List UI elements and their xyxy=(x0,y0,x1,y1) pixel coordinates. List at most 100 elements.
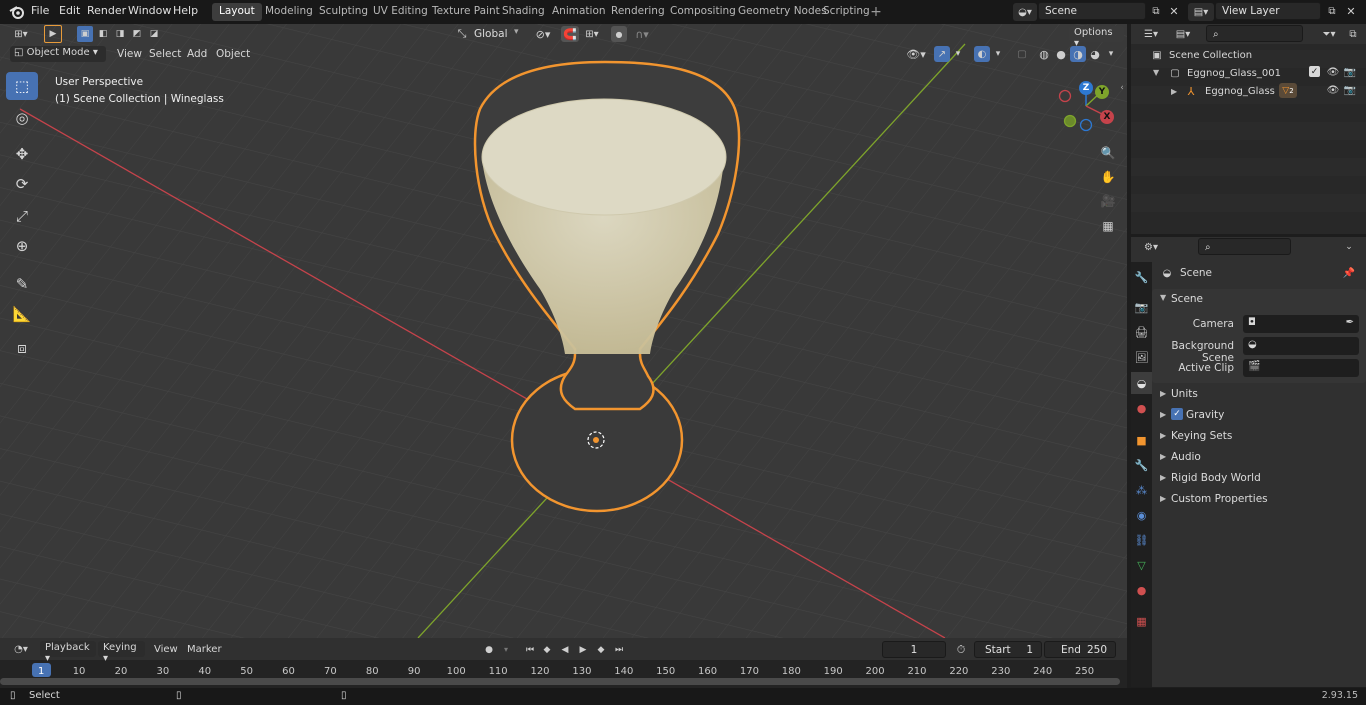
transform-orientation-dropdown[interactable]: Global xyxy=(474,28,508,40)
snap-element-icon[interactable]: ⊞▾ xyxy=(580,26,604,42)
outliner-editor-type-icon[interactable]: ☰▾ xyxy=(1138,26,1164,42)
pan-hand-icon[interactable]: ✋ xyxy=(1097,167,1119,187)
visibility-filter-icon[interactable]: 👁▾ xyxy=(903,46,929,62)
outliner-search-input[interactable]: ⌕ xyxy=(1206,25,1303,42)
play-icon[interactable]: ▶ xyxy=(575,642,591,657)
scene-tab-icon[interactable]: ◒ xyxy=(1131,372,1152,394)
overlays-toggle-icon[interactable]: ◐ xyxy=(974,46,990,62)
auto-key-options-icon[interactable]: ▾ xyxy=(499,642,513,657)
expand-arrow-icon[interactable]: ▼ xyxy=(1153,68,1159,77)
delete-scene-icon[interactable]: ✕ xyxy=(1166,3,1182,19)
keying-menu[interactable]: Keying ▾ xyxy=(98,641,145,664)
gizmo-z-axis[interactable]: Z xyxy=(1079,81,1093,95)
options-dropdown[interactable]: Options ▾ xyxy=(1069,26,1124,49)
next-keyframe-icon[interactable]: ◆ xyxy=(593,642,609,657)
snap-toggle-icon[interactable]: 🧲 xyxy=(561,26,579,42)
properties-search-input[interactable]: ⌕ xyxy=(1198,238,1291,255)
rendered-shading-icon[interactable]: ◕ xyxy=(1087,46,1103,62)
select-mode-subtract-icon[interactable]: ◨ xyxy=(112,26,128,42)
eye-icon[interactable]: 👁 xyxy=(1326,84,1340,96)
custom-properties-panel-header[interactable]: Custom Properties xyxy=(1171,493,1268,505)
tool-tab-icon[interactable]: 🔧 xyxy=(1131,266,1152,288)
viewport-menu-select[interactable]: Select xyxy=(149,48,181,60)
current-frame-field[interactable]: 1 xyxy=(882,641,946,658)
solid-shading-icon[interactable]: ● xyxy=(1053,46,1069,62)
expand-arrow-icon[interactable]: ▶ xyxy=(1160,452,1166,461)
camera-render-icon[interactable]: 📷 xyxy=(1343,84,1357,96)
menu-edit[interactable]: Edit xyxy=(59,4,80,17)
select-box-tool-icon[interactable]: ⬚ xyxy=(6,72,38,100)
expand-arrow-icon[interactable]: ▶ xyxy=(1160,473,1166,482)
add-workspace-icon[interactable]: + xyxy=(869,4,883,20)
mode-dropdown[interactable]: ◱ Object Mode ▾ xyxy=(10,46,106,62)
shading-options-icon[interactable]: ▾ xyxy=(1105,46,1117,62)
new-collection-icon[interactable]: ⧉ xyxy=(1345,26,1361,42)
camera-field[interactable]: ◘ ✒ xyxy=(1243,315,1359,333)
view-layer-tab-icon[interactable]: 🖼 xyxy=(1131,346,1152,368)
zoom-icon[interactable]: 🔍 xyxy=(1097,143,1119,163)
collapse-arrow-icon[interactable]: ▶ xyxy=(1171,87,1177,96)
tab-animation[interactable]: Animation xyxy=(545,3,613,21)
xray-toggle-icon[interactable]: ▢ xyxy=(1014,46,1030,62)
rigid-body-world-panel-header[interactable]: Rigid Body World xyxy=(1171,472,1261,484)
proportional-editing-icon[interactable]: ● xyxy=(611,26,627,42)
measure-tool-icon[interactable]: 📐 xyxy=(6,300,38,328)
eye-icon[interactable]: 👁 xyxy=(1326,66,1340,78)
timeline-scrollbar[interactable] xyxy=(0,678,1120,685)
gizmo-x-axis[interactable]: X xyxy=(1100,110,1114,124)
object-tab-icon[interactable]: ■ xyxy=(1131,429,1152,451)
start-frame-field[interactable]: Start 1 xyxy=(974,641,1042,658)
outliner-item-eggnog-glass-001[interactable]: Eggnog_Glass_001 xyxy=(1187,68,1281,79)
material-preview-icon[interactable]: ◑ xyxy=(1070,46,1086,62)
audio-panel-header[interactable]: Audio xyxy=(1171,451,1201,463)
camera-view-icon[interactable]: 🎥 xyxy=(1097,191,1119,211)
menu-file[interactable]: File xyxy=(31,4,49,17)
expand-arrow-icon[interactable]: ▶ xyxy=(1160,431,1166,440)
scene-selector-icon[interactable]: ◒▾ xyxy=(1013,3,1037,21)
viewport-menu-view[interactable]: View xyxy=(117,48,142,60)
view-layer-field[interactable]: View Layer xyxy=(1215,2,1321,20)
expand-arrow-icon[interactable]: ▶ xyxy=(1160,494,1166,503)
particles-tab-icon[interactable]: ⁂ xyxy=(1131,479,1152,501)
constraints-tab-icon[interactable]: ⛓ xyxy=(1131,529,1152,551)
jump-end-icon[interactable]: ⏭ xyxy=(611,642,627,657)
keying-sets-panel-header[interactable]: Keying Sets xyxy=(1171,430,1232,442)
background-scene-field[interactable]: ◒ xyxy=(1243,337,1359,355)
gravity-checkbox[interactable]: ✓ xyxy=(1171,408,1183,420)
timeline-menu-marker[interactable]: Marker xyxy=(187,644,222,655)
pivot-point-icon[interactable]: ⊘▾ xyxy=(530,26,556,42)
navigation-gizmo[interactable]: Z Y X xyxy=(1056,80,1116,132)
select-mode-new-icon[interactable]: ▣ xyxy=(77,26,93,42)
menu-render[interactable]: Render xyxy=(87,4,126,17)
select-mode-extend-icon[interactable]: ◧ xyxy=(95,26,111,42)
select-mode-intersect-icon[interactable]: ◪ xyxy=(146,26,162,42)
wireframe-shading-icon[interactable]: ◍ xyxy=(1036,46,1052,62)
prev-keyframe-icon[interactable]: ◆ xyxy=(539,642,555,657)
outliner-filter-icon[interactable]: ⏷▾ xyxy=(1316,26,1342,42)
data-tab-icon[interactable]: ▽ xyxy=(1131,554,1152,576)
jump-start-icon[interactable]: ⏮ xyxy=(522,642,538,657)
cursor-tool-icon[interactable]: ◎ xyxy=(6,104,38,132)
new-scene-icon[interactable]: ⧉ xyxy=(1148,3,1164,19)
pin-icon[interactable]: 📌 xyxy=(1342,266,1356,280)
texture-tab-icon[interactable]: ▦ xyxy=(1131,610,1152,632)
world-tab-icon[interactable]: ● xyxy=(1131,397,1152,419)
gizmo-y-axis[interactable]: Y xyxy=(1095,85,1109,99)
scene-name-field[interactable]: Scene xyxy=(1038,2,1146,20)
expand-arrow-icon[interactable]: ▼ xyxy=(1160,293,1166,302)
units-panel-header[interactable]: Units xyxy=(1171,388,1198,400)
viewport-menu-add[interactable]: Add xyxy=(187,48,207,60)
3d-viewport[interactable] xyxy=(0,24,1127,638)
end-frame-field[interactable]: End 250 xyxy=(1044,641,1116,658)
transform-tool-icon[interactable]: ⊕ xyxy=(6,232,38,260)
scale-tool-icon[interactable]: ⤢ xyxy=(6,202,38,230)
playback-menu[interactable]: Playback ▾ xyxy=(40,641,96,664)
output-tab-icon[interactable]: 🖨 xyxy=(1131,321,1152,343)
expand-arrow-icon[interactable]: ▶ xyxy=(1160,389,1166,398)
timeline-menu-view[interactable]: View xyxy=(154,644,178,655)
tab-rendering[interactable]: Rendering xyxy=(604,3,672,21)
menu-help[interactable]: Help xyxy=(173,4,198,17)
add-cube-tool-icon[interactable]: ⧈ xyxy=(6,334,38,362)
material-tab-icon[interactable]: ● xyxy=(1131,579,1152,601)
render-tab-icon[interactable]: 📷 xyxy=(1131,296,1152,318)
